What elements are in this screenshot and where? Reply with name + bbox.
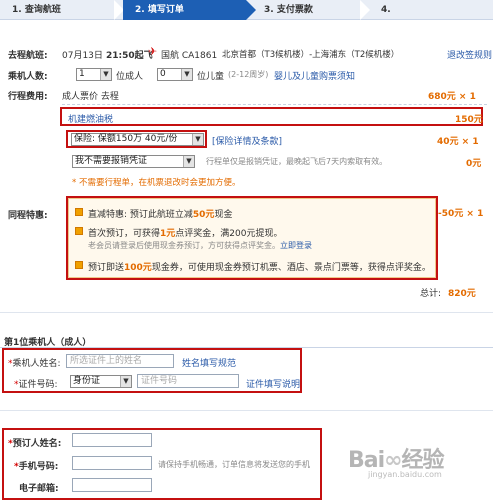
promo-bullet-icon: [75, 208, 83, 216]
chevron-down-icon: ▼: [183, 156, 194, 167]
infant-purchase-link[interactable]: 婴儿及儿童购票须知: [274, 69, 355, 82]
id-number-label: *证件号码:: [14, 380, 58, 390]
id-help-link[interactable]: 证件填写说明: [246, 377, 300, 390]
contact-phone-input[interactable]: [72, 456, 152, 470]
receipt-price: 0元: [466, 159, 482, 169]
child-age-note: (2-12周岁): [228, 70, 269, 79]
passenger-name-label: *乘机人姓名:: [8, 359, 61, 369]
contact-phone-label: *手机号码:: [14, 462, 59, 472]
passenger-count-label: 乘机人数:: [8, 72, 48, 82]
flight-airline: 国航 CA1861: [161, 51, 218, 61]
tax-price: 150元: [455, 115, 483, 125]
insurance-price: 40元 × 1: [437, 137, 479, 147]
total-value: 820元: [448, 289, 476, 299]
chevron-down-icon: ▼: [181, 69, 192, 80]
tax-highlight-box: [60, 107, 483, 126]
chevron-down-icon: ▼: [100, 69, 111, 80]
passenger-name-input[interactable]: 所选证件上的姓名: [66, 354, 174, 368]
contact-name-label: *预订人姓名:: [8, 439, 62, 449]
fare-label: 成人票价 去程: [62, 92, 119, 102]
fees-label: 行程费用:: [8, 92, 48, 102]
watermark-url: jingyan.baidu.com: [368, 470, 442, 479]
contact-email-input[interactable]: [72, 478, 152, 492]
insurance-select[interactable]: 保险: 保额150万 40元/份 ▼: [71, 133, 204, 146]
air-china-logo-icon: ✈: [148, 45, 158, 58]
promo-price: -50元 × 1: [438, 209, 484, 219]
order-steps: 1. 查询航班 2. 填写订单 3. 支付票款 4.: [0, 0, 493, 20]
total-label: 总计:: [420, 289, 442, 299]
flight-label: 去程航班:: [8, 51, 48, 61]
promo-bullet-icon: [75, 227, 83, 235]
receipt-tip: * 不需要行程单，在机票退改时会更加方便。: [72, 178, 241, 188]
promo-label: 同程特惠:: [8, 211, 48, 221]
adult-count-select[interactable]: 1 ▼: [76, 68, 112, 81]
contact-name-input[interactable]: [72, 433, 152, 447]
contact-email-label: 电子邮箱:: [19, 484, 59, 494]
id-type-select[interactable]: 身份证 ▼: [70, 375, 132, 388]
receipt-note: 行程单仅是报销凭证，最晚起飞后7天内索取有效。: [206, 157, 388, 166]
promo-item-1: 直减特惠: 预订此航班立减50元现金: [88, 210, 233, 220]
step-search-flight: 1. 查询航班: [0, 0, 124, 20]
flight-date: 07月13日: [62, 51, 103, 61]
step-fill-order: 2. 填写订单: [123, 0, 256, 20]
adult-unit: 位成人: [116, 72, 144, 82]
promo-item-2-sub: 老会员请登录后使用现金券预订，方可获得点评奖金。立即登录: [88, 241, 312, 250]
refund-policy-link[interactable]: 退改签规则: [447, 48, 492, 61]
receipt-select[interactable]: 我不需要报销凭证 ▼: [72, 155, 195, 168]
chevron-down-icon: ▼: [120, 376, 131, 387]
chevron-down-icon: ▼: [192, 134, 203, 145]
promo-item-3: 预订即送100元现金券，可使用现金券预订机票、酒店、景点门票等，获得点评奖金。: [88, 263, 431, 273]
id-number-input[interactable]: 证件号码: [137, 374, 239, 388]
step-4: 4.: [381, 5, 391, 15]
promo-bullet-icon: [75, 261, 83, 269]
login-link[interactable]: 立即登录: [280, 241, 312, 250]
flight-time: 21:50起飞: [106, 51, 153, 61]
insurance-terms-link[interactable]: [保险详情及条款]: [212, 134, 282, 147]
phone-note: 请保持手机畅通，订单信息将发送您的手机: [158, 460, 310, 469]
child-unit: 位儿童: [197, 72, 225, 82]
name-rules-link[interactable]: 姓名填写规范: [182, 356, 236, 369]
child-count-select[interactable]: 0 ▼: [157, 68, 193, 81]
tax-label: 机建燃油税: [68, 115, 114, 125]
step-payment: 3. 支付票款: [246, 0, 370, 20]
promo-item-2: 首次预订，可获得1元点评奖金，满200元提现。: [88, 229, 283, 239]
flight-route: 北京首都（T3候机楼）-上海浦东（T2候机楼）: [222, 50, 400, 60]
fare-price: 680元 × 1: [428, 92, 476, 102]
